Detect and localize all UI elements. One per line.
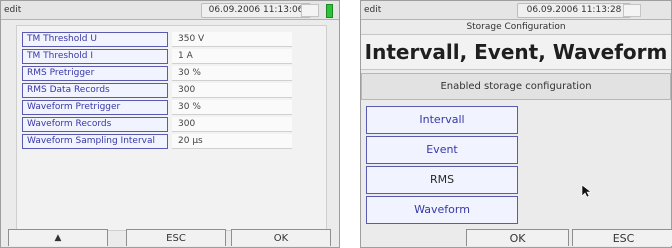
event-button[interactable]: Event — [366, 136, 518, 164]
setting-row: RMS Pretrigger 30 % — [22, 66, 322, 81]
setting-button-waveform-sampling-interval[interactable]: Waveform Sampling Interval — [22, 134, 168, 149]
setting-row: Waveform Sampling Interval 20 µs — [22, 134, 322, 149]
setting-row: TM Threshold I 1 A — [22, 49, 322, 64]
page-subtitle: Storage Configuration — [466, 22, 566, 32]
settings-panel: edit 06.09.2006 11:13:06 TM Threshold U … — [0, 0, 340, 248]
setting-row: RMS Data Records 300 — [22, 83, 322, 98]
title-bar: edit 06.09.2006 11:13:06 — [1, 1, 339, 20]
setting-value: 30 % — [172, 100, 292, 115]
mode-label: edit — [4, 5, 22, 15]
setting-button-waveform-records[interactable]: Waveform Records — [22, 117, 168, 132]
ok-button[interactable]: OK — [466, 229, 569, 246]
screenshot-root: edit 06.09.2006 11:13:06 TM Threshold U … — [0, 0, 672, 248]
setting-value: 20 µs — [172, 134, 292, 149]
setting-button-tm-threshold-u[interactable]: TM Threshold U — [22, 32, 168, 47]
setting-value: 350 V — [172, 32, 292, 47]
esc-button[interactable]: ESC — [572, 229, 672, 246]
datetime-display: 06.09.2006 11:13:06 — [201, 3, 311, 18]
setting-value: 1 A — [172, 49, 292, 64]
setting-button-rms-pretrigger[interactable]: RMS Pretrigger — [22, 66, 168, 81]
mouse-pointer-icon — [581, 184, 591, 198]
ok-button[interactable]: OK — [231, 229, 331, 246]
setting-button-tm-threshold-i[interactable]: TM Threshold I — [22, 49, 168, 64]
rms-button[interactable]: RMS — [366, 166, 518, 194]
status-indicator — [301, 4, 319, 17]
setting-button-rms-data-records[interactable]: RMS Data Records — [22, 83, 168, 98]
setting-value: 300 — [172, 83, 292, 98]
waveform-button[interactable]: Waveform — [366, 196, 518, 224]
esc-button[interactable]: ESC — [126, 229, 226, 246]
mode-label: edit — [364, 5, 382, 15]
page-title: Intervall, Event, Waveform — [361, 34, 671, 70]
enabled-config-label: Enabled storage configuration — [361, 73, 671, 100]
setting-row: TM Threshold U 350 V — [22, 32, 322, 47]
settings-list: TM Threshold U 350 V TM Threshold I 1 A … — [16, 25, 327, 231]
intervall-button[interactable]: Intervall — [366, 106, 518, 134]
storage-config-panel: edit 06.09.2006 11:13:28 Storage Configu… — [360, 0, 672, 248]
battery-icon — [326, 4, 333, 18]
setting-row: Waveform Pretrigger 30 % — [22, 100, 322, 115]
setting-row: Waveform Records 300 — [22, 117, 322, 132]
scroll-up-button[interactable]: ▲ — [8, 229, 108, 246]
setting-value: 30 % — [172, 66, 292, 81]
softkey-bar: OK ESC — [361, 229, 672, 247]
softkey-bar: ▲ ESC OK — [1, 229, 339, 247]
setting-button-waveform-pretrigger[interactable]: Waveform Pretrigger — [22, 100, 168, 115]
title-bar: edit 06.09.2006 11:13:28 — [361, 1, 671, 20]
setting-value: 300 — [172, 117, 292, 132]
datetime-display: 06.09.2006 11:13:28 — [517, 3, 631, 18]
status-indicator — [623, 4, 641, 17]
